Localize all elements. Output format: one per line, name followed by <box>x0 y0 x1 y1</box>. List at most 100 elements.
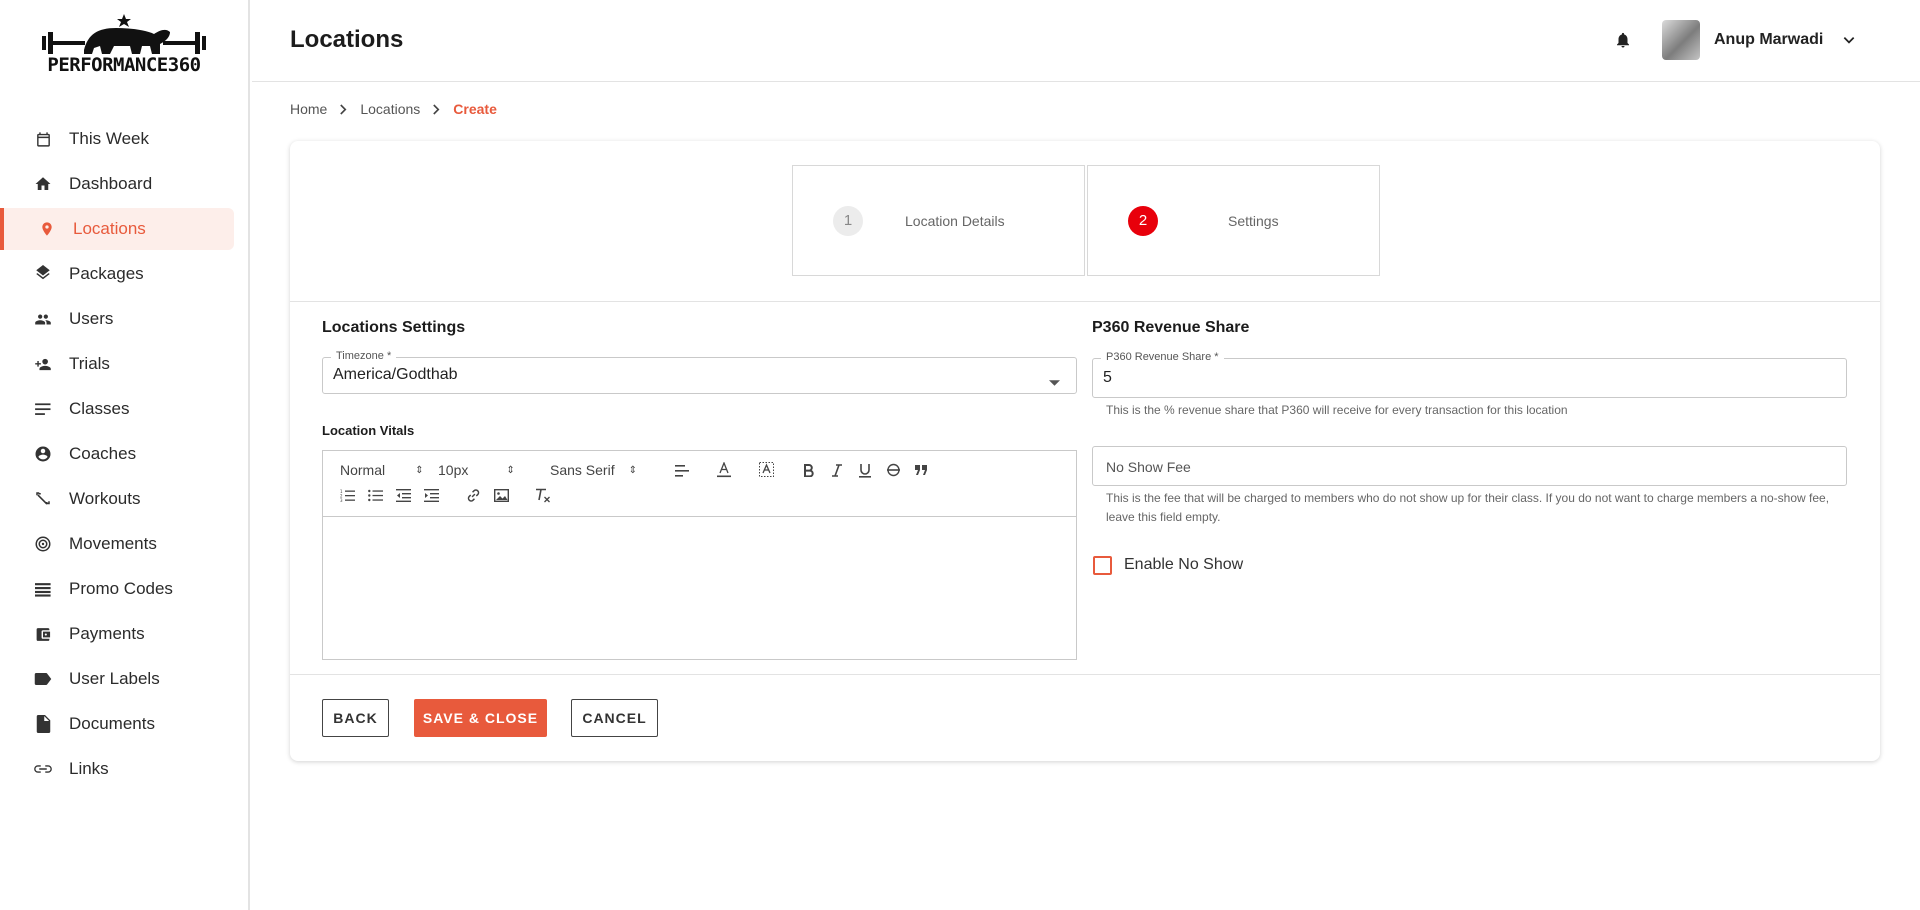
top-header: Locations Anup Marwadi <box>252 0 1920 82</box>
link-icon <box>34 760 52 778</box>
sidebar-item-label: Locations <box>73 219 146 238</box>
format-select[interactable]: Normal ⇕ <box>340 462 424 478</box>
sidebar-item-label: Payments <box>69 624 145 643</box>
breadcrumb-current: Create <box>453 101 497 117</box>
divider <box>290 301 1880 302</box>
step-label: Settings <box>1228 212 1279 229</box>
sidebar-item-movements[interactable]: Movements <box>0 523 250 565</box>
sidebar-item-packages[interactable]: Packages <box>0 253 250 295</box>
page-title: Locations <box>290 26 404 53</box>
location-pin-icon <box>38 220 56 238</box>
layers-icon <box>34 265 52 283</box>
revenue-share-label: P360 Revenue Share * <box>1101 351 1224 363</box>
sidebar-item-users[interactable]: Users <box>0 298 250 340</box>
location-form-card: 1 Location Details 2 Settings Locations … <box>290 141 1880 761</box>
no-show-fee-helper-line: leave this field empty. <box>1106 510 1221 524</box>
step-label: Location Details <box>905 212 1005 229</box>
text-color-icon[interactable] <box>715 461 733 479</box>
brand-logo[interactable]: PERFORMANCE360 <box>38 12 210 80</box>
sidebar-nav: This Week Dashboard Locations Packages U… <box>0 118 250 793</box>
home-icon <box>34 175 52 193</box>
outdent-icon[interactable] <box>394 486 412 504</box>
wallet-icon <box>34 625 52 643</box>
bullet-list-icon[interactable] <box>366 486 384 504</box>
sidebar-item-label: Workouts <box>69 489 141 508</box>
link-icon[interactable] <box>464 486 482 504</box>
sidebar-item-trials[interactable]: Trials <box>0 343 250 385</box>
blockquote-icon[interactable] <box>912 461 930 479</box>
indent-icon[interactable] <box>422 486 440 504</box>
image-icon[interactable] <box>492 486 510 504</box>
fitness-icon <box>34 490 52 508</box>
user-avatar[interactable] <box>1662 20 1700 60</box>
timezone-select[interactable]: Timezone * America/Godthab <box>322 350 1077 394</box>
sidebar-item-label: Documents <box>69 714 155 733</box>
step-location-details[interactable]: 1 Location Details <box>792 165 1085 276</box>
sidebar-item-label: Links <box>69 759 109 778</box>
account-circle-icon <box>34 445 52 463</box>
sort-arrows-icon: ⇕ <box>628 464 637 476</box>
align-icon[interactable] <box>673 462 691 480</box>
size-select[interactable]: 10px ⇕ <box>438 462 515 478</box>
revenue-share-title: P360 Revenue Share <box>1092 319 1250 336</box>
revenue-share-value: 5 <box>1103 369 1112 386</box>
sidebar-item-label: Coaches <box>69 444 137 463</box>
sidebar-item-classes[interactable]: Classes <box>0 388 250 430</box>
user-name[interactable]: Anup Marwadi <box>1714 31 1823 49</box>
background-color-icon[interactable] <box>757 461 775 479</box>
chevron-down-icon[interactable] <box>1842 33 1856 47</box>
location-vitals-editor: Normal ⇕ 10px ⇕ Sans Serif ⇕ 1 2 3 <box>322 450 1077 660</box>
sidebar-item-payments[interactable]: Payments <box>0 613 250 655</box>
clear-format-icon[interactable] <box>534 486 552 504</box>
save-close-button[interactable]: SAVE & CLOSE <box>414 699 547 737</box>
sidebar-item-locations[interactable]: Locations <box>0 208 234 250</box>
users-icon <box>34 310 52 328</box>
sidebar-item-dashboard[interactable]: Dashboard <box>0 163 250 205</box>
ordered-list-icon[interactable]: 123 <box>338 486 356 504</box>
bold-icon[interactable] <box>799 461 817 479</box>
revenue-share-input[interactable]: P360 Revenue Share * 5 <box>1092 351 1847 398</box>
sidebar-item-label: User Labels <box>69 669 160 688</box>
calendar-icon <box>34 130 52 148</box>
sidebar-item-label: Promo Codes <box>69 579 173 598</box>
notifications-bell-icon[interactable] <box>1614 30 1634 52</box>
revenue-share-helper: This is the % revenue share that P360 wi… <box>1106 403 1568 417</box>
enable-no-show-checkbox[interactable] <box>1093 556 1112 575</box>
step-settings[interactable]: 2 Settings <box>1087 165 1380 276</box>
sidebar-item-coaches[interactable]: Coaches <box>0 433 250 475</box>
no-show-fee-placeholder: No Show Fee <box>1106 459 1191 475</box>
cancel-button[interactable]: CANCEL <box>571 699 658 737</box>
stepper: 1 Location Details 2 Settings <box>792 165 1380 276</box>
sidebar-item-workouts[interactable]: Workouts <box>0 478 250 520</box>
document-icon <box>34 715 52 733</box>
breadcrumb-locations[interactable]: Locations <box>360 101 420 117</box>
sidebar-item-label: Users <box>69 309 114 328</box>
sidebar-item-label: Packages <box>69 264 144 283</box>
sidebar-item-user-labels[interactable]: User Labels <box>0 658 250 700</box>
chevron-right-icon <box>339 103 348 115</box>
sidebar-item-links[interactable]: Links <box>0 748 250 790</box>
sidebar-item-promo-codes[interactable]: Promo Codes <box>0 568 250 610</box>
no-show-fee-input[interactable]: No Show Fee <box>1092 446 1847 486</box>
sidebar: PERFORMANCE360 This Week Dashboard Locat… <box>0 0 250 910</box>
no-show-fee-helper-line: This is the fee that will be charged to … <box>1106 491 1830 505</box>
step-number: 1 <box>833 205 863 236</box>
back-button[interactable]: BACK <box>322 699 389 737</box>
sidebar-item-this-week[interactable]: This Week <box>0 118 250 160</box>
sidebar-item-label: This Week <box>69 129 149 148</box>
sidebar-item-label: Classes <box>69 399 130 418</box>
format-select-value: Normal <box>340 462 386 478</box>
font-select-value: Sans Serif <box>550 462 615 478</box>
strikethrough-icon[interactable] <box>884 461 902 479</box>
editor-content-area[interactable] <box>323 517 1076 659</box>
underline-icon[interactable] <box>856 461 874 479</box>
italic-icon[interactable] <box>828 461 846 479</box>
size-select-value: 10px <box>438 462 469 478</box>
breadcrumb-home[interactable]: Home <box>290 101 327 117</box>
lines-icon <box>34 400 52 418</box>
font-select[interactable]: Sans Serif ⇕ <box>550 462 637 478</box>
enable-no-show-label[interactable]: Enable No Show <box>1124 556 1243 574</box>
no-show-fee-helper: This is the fee that will be charged to … <box>1106 489 1846 527</box>
sidebar-item-label: Movements <box>69 534 157 553</box>
sidebar-item-documents[interactable]: Documents <box>0 703 250 745</box>
